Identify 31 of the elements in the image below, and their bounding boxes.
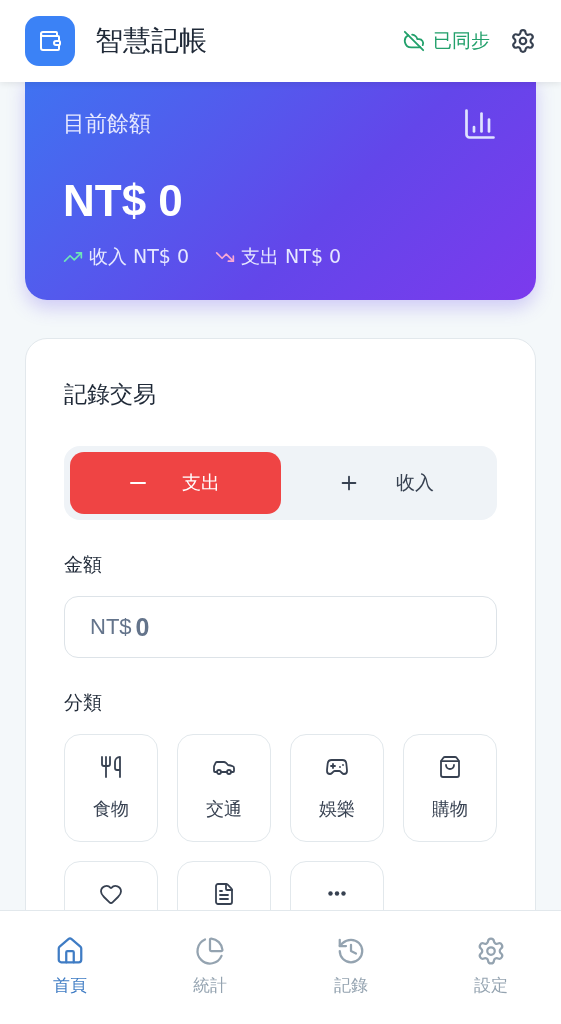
balance-amount: NT$ 0 — [63, 176, 184, 226]
nav-tab[interactable]: 統計 — [140, 911, 281, 1024]
nav-tab[interactable]: 首頁 — [0, 911, 141, 1024]
balance-label: 目前餘額 — [63, 110, 151, 138]
more-icon — [328, 891, 346, 896]
document-icon — [212, 882, 236, 906]
amount-field[interactable]: NT$ 0 — [64, 596, 497, 658]
amount-label: 金額 — [64, 552, 103, 577]
minus-icon — [130, 482, 147, 484]
settings-button[interactable] — [510, 28, 536, 54]
income-total: 收入 NT$ 0 — [89, 244, 190, 269]
card-title: 記錄交易 — [64, 380, 157, 409]
nav-tab[interactable]: 設定 — [420, 911, 561, 1024]
type-tab[interactable]: 支出 — [70, 452, 281, 514]
category-tile[interactable]: 食物 — [64, 734, 158, 842]
utensils-icon — [99, 755, 123, 779]
category-label: 分類 — [64, 690, 103, 715]
category-tile[interactable]: 娛樂 — [290, 734, 384, 842]
app-title: 智慧記帳 — [95, 23, 208, 59]
heart-icon — [99, 882, 123, 906]
bar-chart-icon[interactable] — [462, 106, 498, 142]
expense-total: 支出 NT$ 0 — [241, 244, 342, 269]
app-logo — [25, 16, 75, 66]
shopping-bag-icon — [438, 755, 462, 779]
category-tile[interactable]: 交通 — [177, 734, 271, 842]
nav-tab[interactable]: 記錄 — [280, 911, 421, 1024]
type-tab[interactable]: 收入 — [280, 452, 491, 514]
cloud-off-icon — [403, 30, 425, 52]
pie-chart-icon — [195, 936, 226, 966]
sync-status: 已同步 — [433, 28, 490, 53]
category-tile[interactable]: 購物 — [403, 734, 497, 842]
